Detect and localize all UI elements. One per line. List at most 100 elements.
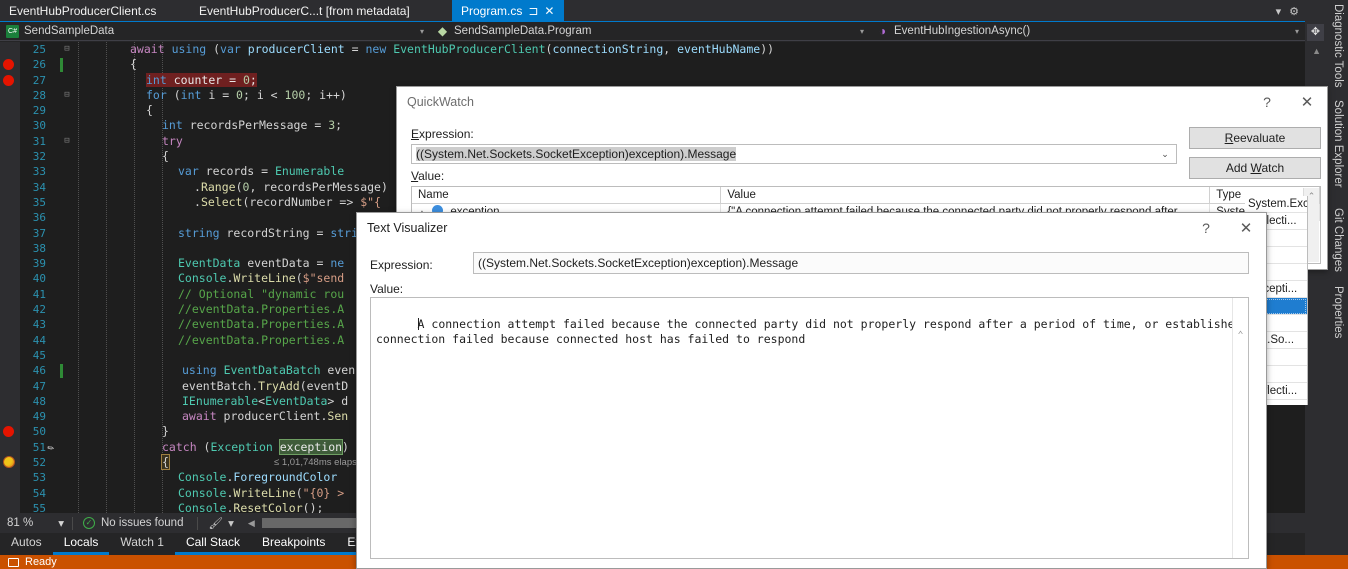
change-indicator xyxy=(60,58,63,73)
edit-pencil-icon: ✎ xyxy=(45,442,57,455)
debug-tab-breakpoints[interactable]: Breakpoints xyxy=(250,533,337,555)
quickwatch-grid-header: Name Value Type xyxy=(412,187,1320,204)
dock-tab-git-changes[interactable]: Git Changes xyxy=(1326,204,1348,276)
chevron-down-icon[interactable]: ▾ xyxy=(58,516,64,530)
text-visualizer-value-textarea[interactable]: A connection attempt failed because the … xyxy=(370,297,1249,559)
move-handle-icon[interactable]: ✥ xyxy=(1307,24,1324,41)
line-number: 42 xyxy=(32,303,46,317)
add-watch-label: Add Watch xyxy=(1225,161,1285,175)
line-number: 45 xyxy=(32,348,46,362)
debug-tab-watch-1[interactable]: Watch 1 xyxy=(109,533,175,555)
breakpoint-marker[interactable] xyxy=(3,59,14,71)
dock-tab-solution-explorer[interactable]: Solution Explorer xyxy=(1326,96,1348,192)
gear-icon[interactable]: ⚙ xyxy=(1289,5,1299,18)
close-icon[interactable]: ✕ xyxy=(544,5,554,17)
zoom-level-dropdown[interactable]: 81 % ▾ xyxy=(0,516,72,530)
quickwatch-expression-input[interactable]: ((System.Net.Sockets.SocketException)exc… xyxy=(411,144,1177,164)
line-number: 33 xyxy=(32,165,46,179)
code-text: int counter = 0; xyxy=(146,72,257,87)
code-text: //eventData.Properties.A xyxy=(178,317,345,332)
chevron-down-icon[interactable]: ▾ xyxy=(860,27,864,36)
status-bar-text: Ready xyxy=(25,556,57,568)
editor-tab-eventhubproducerclient[interactable]: EventHubProducerClient.cs xyxy=(0,0,190,22)
navbar-member-dropdown[interactable]: ◑ EventHubIngestionAsync() ▾ xyxy=(870,22,1305,40)
column-header-name[interactable]: Name xyxy=(412,187,722,203)
dock-tab-diagnostic-tools[interactable]: Diagnostic Tools xyxy=(1326,0,1348,92)
fold-toggle-icon[interactable]: ⊟ xyxy=(62,88,72,103)
dock-tab-label: Solution Explorer xyxy=(1332,100,1344,188)
code-text: int recordsPerMessage = 3; xyxy=(162,118,343,133)
debug-tab-label: Autos xyxy=(11,535,42,549)
scroll-left-icon[interactable]: ◀ xyxy=(248,518,255,529)
dock-tab-properties[interactable]: Properties xyxy=(1326,282,1348,342)
fold-toggle-icon[interactable]: ⊟ xyxy=(62,42,72,57)
help-icon[interactable]: ? xyxy=(1186,213,1226,243)
navbar-class-label: SendSampleData.Program xyxy=(454,25,592,37)
text-visualizer-expression-field[interactable]: ((System.Net.Sockets.SocketException)exc… xyxy=(473,252,1249,274)
dock-tab-label: Properties xyxy=(1332,286,1344,339)
code-text: Console.WriteLine("{0} > xyxy=(178,485,345,500)
breakpoint-marker[interactable] xyxy=(3,74,14,86)
editor-tab-program[interactable]: Program.cs ⊐ ✕ xyxy=(452,0,564,22)
current-statement-marker xyxy=(3,456,15,469)
fold-toggle-icon[interactable]: ⊟ xyxy=(62,134,72,149)
right-dock-tabs: Diagnostic Tools Solution Explorer Git C… xyxy=(1305,0,1348,555)
reevaluate-button[interactable]: Reevaluate xyxy=(1189,127,1321,149)
editor-tab-label: EventHubProducerC...t [from metadata] xyxy=(199,4,410,18)
text-visualizer-scrollbar[interactable]: ⌃ xyxy=(1232,298,1248,558)
code-text: Console.ResetColor(); xyxy=(178,500,324,513)
visual-studio-window: EventHubProducerClient.cs EventHubProduc… xyxy=(0,0,1348,569)
breakpoint-marker[interactable] xyxy=(3,426,14,438)
code-text: var records = Enumerable xyxy=(178,164,345,179)
line-number: 50 xyxy=(32,425,46,439)
text-visualizer-title-buttons: ? ✕ xyxy=(1186,213,1266,243)
quickwatch-value-label: Value: xyxy=(411,169,445,183)
editor-tab-label: Program.cs xyxy=(461,4,523,18)
debug-tab-label: Call Stack xyxy=(185,535,240,549)
class-icon: ◆ xyxy=(437,23,448,38)
help-icon[interactable]: ? xyxy=(1247,87,1287,117)
navbar-class-dropdown[interactable]: ◆ SendSampleData.Program ▾ xyxy=(430,22,870,40)
chevron-down-icon[interactable]: ▾ xyxy=(420,27,424,36)
code-cleanup-button[interactable]: 🖌 ▾ xyxy=(198,516,243,530)
chevron-down-icon[interactable]: ▾ xyxy=(1276,5,1282,18)
column-header-value[interactable]: Value xyxy=(721,187,1211,203)
code-text: using EventDataBatch even xyxy=(182,363,356,378)
chevron-down-icon[interactable]: ⌄ xyxy=(1155,146,1175,162)
line-number: 34 xyxy=(32,180,46,194)
add-watch-button[interactable]: Add Watch xyxy=(1189,157,1321,179)
code-text: await using (var producerClient = new Ev… xyxy=(130,42,775,56)
chevron-down-icon[interactable]: ▾ xyxy=(228,516,234,530)
code-line[interactable]: 26 { xyxy=(0,57,1305,73)
change-indicator xyxy=(60,364,63,379)
debug-tab-autos[interactable]: Autos xyxy=(0,533,53,555)
ready-icon xyxy=(8,557,19,567)
brush-icon: 🖌 xyxy=(208,518,224,530)
chevron-down-icon[interactable]: ▾ xyxy=(1295,27,1299,36)
close-icon[interactable]: ✕ xyxy=(1226,213,1266,243)
issues-indicator[interactable]: ✓ No issues found xyxy=(73,517,183,529)
pin-icon[interactable]: ⊐ xyxy=(528,5,538,17)
line-number: 40 xyxy=(32,272,46,286)
quickwatch-type-cell[interactable]: System.Excepti... xyxy=(1245,196,1307,213)
navbar-project-dropdown[interactable]: C# SendSampleData ▾ xyxy=(0,22,430,40)
collapse-up-icon[interactable]: ▲ xyxy=(1312,46,1321,56)
close-icon[interactable]: ✕ xyxy=(1287,87,1327,117)
line-number: 52 xyxy=(32,456,46,470)
debug-tab-call-stack[interactable]: Call Stack xyxy=(174,533,251,555)
debug-tab-label: Breakpoints xyxy=(261,535,326,549)
editor-tab-strip: EventHubProducerClient.cs EventHubProduc… xyxy=(0,0,1305,22)
line-number: 47 xyxy=(32,379,46,393)
code-line[interactable]: 25 ⊟ await using (var producerClient = new… xyxy=(0,42,1305,57)
line-number: 25 xyxy=(32,43,46,56)
editor-tab-eventhubproducerclient-metadata[interactable]: EventHubProducerC...t [from metadata] xyxy=(190,0,452,22)
code-text: .Select(recordNumber => $"{ xyxy=(194,194,381,209)
scroll-up-icon[interactable]: ⌃ xyxy=(1233,328,1248,344)
text-visualizer-title: Text Visualizer xyxy=(367,221,448,235)
debug-tab-locals[interactable]: Locals xyxy=(52,533,110,555)
code-text: for (int i = 0; i < 100; i++) xyxy=(146,87,347,102)
code-text: { xyxy=(130,57,137,72)
line-number: 30 xyxy=(32,119,46,133)
code-text: { xyxy=(146,103,153,118)
debug-tab-label: Watch 1 xyxy=(120,535,164,549)
